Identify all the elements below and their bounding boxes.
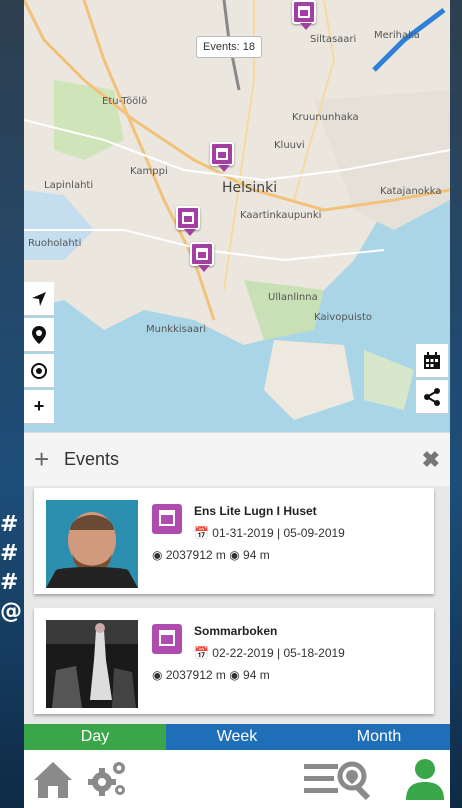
event-thumbnail bbox=[46, 500, 138, 588]
share-button[interactable] bbox=[416, 380, 448, 414]
map-label: Kamppi bbox=[130, 166, 168, 177]
map-label: Siltasaari bbox=[310, 34, 357, 45]
target-icon: ◉ bbox=[152, 668, 163, 682]
map-label: Helsinki bbox=[222, 180, 278, 196]
map-label: Ruoholahti bbox=[28, 238, 82, 249]
zoom-in-button[interactable]: + bbox=[24, 390, 54, 424]
share-icon bbox=[424, 387, 440, 406]
events-list[interactable]: Ens Lite Lugn I Huset 📅 01-31-2019 | 05-… bbox=[24, 486, 450, 724]
proximity-value: 94 m bbox=[243, 668, 270, 682]
event-card[interactable]: Sommarboken 📅 02-22-2019 | 05-18-2019 ◉ … bbox=[34, 608, 434, 714]
pin-icon: ◉ bbox=[229, 548, 240, 562]
map-label: Kaivopuisto bbox=[314, 312, 373, 323]
map-label: Merihaka bbox=[374, 30, 420, 41]
calendar-icon: 📅 bbox=[194, 646, 209, 660]
target-icon bbox=[31, 362, 47, 379]
map-pin-icon bbox=[32, 325, 46, 344]
tab-week[interactable]: Week bbox=[166, 724, 308, 750]
event-type-badge bbox=[152, 504, 182, 534]
map-label: Ullanlinna bbox=[268, 292, 318, 303]
locate-arrow-icon bbox=[32, 291, 46, 306]
map-label: Katajanokka bbox=[380, 186, 442, 197]
map-label: Lapinlahti bbox=[44, 180, 94, 191]
proximity-value: 94 m bbox=[243, 548, 270, 562]
map-view[interactable]: Etu-Töölö Kruununhaka Siltasaari Merihak… bbox=[24, 0, 450, 432]
app-screen: Etu-Töölö Kruununhaka Siltasaari Merihak… bbox=[24, 0, 450, 808]
locate-button[interactable] bbox=[24, 282, 54, 316]
map-tiles bbox=[24, 0, 450, 432]
calendar-icon: 📅 bbox=[194, 526, 209, 540]
center-button[interactable] bbox=[24, 354, 54, 388]
event-distance: ◉ 2037912 m ◉ 94 m bbox=[152, 668, 270, 682]
pin-icon: ◉ bbox=[229, 668, 240, 682]
event-dates: 📅 02-22-2019 | 05-18-2019 bbox=[194, 646, 345, 660]
calendar-button[interactable] bbox=[416, 344, 448, 378]
event-date-range: 01-31-2019 | 05-09-2019 bbox=[212, 526, 345, 540]
events-title: Events bbox=[64, 449, 120, 469]
events-panel-header: + Events ✖ bbox=[24, 432, 450, 486]
event-card[interactable]: Ens Lite Lugn I Huset 📅 01-31-2019 | 05-… bbox=[34, 488, 434, 594]
bottom-toolbar bbox=[24, 750, 450, 808]
tab-day[interactable]: Day bbox=[24, 724, 166, 750]
distance-value: 2037912 m bbox=[165, 548, 226, 562]
add-event-button[interactable]: + bbox=[34, 446, 49, 472]
period-tabs: Day Week Month bbox=[24, 724, 450, 750]
tab-month[interactable]: Month bbox=[308, 724, 450, 750]
calendar-icon bbox=[424, 351, 440, 369]
event-thumbnail bbox=[46, 620, 138, 708]
map-label: Kaartinkaupunki bbox=[240, 210, 322, 221]
map-label: Kluuvi bbox=[274, 140, 305, 151]
close-events-button[interactable]: ✖ bbox=[422, 447, 440, 473]
event-marker[interactable] bbox=[210, 142, 234, 172]
map-label: Munkkisaari bbox=[146, 324, 207, 335]
event-date-range: 02-22-2019 | 05-18-2019 bbox=[212, 646, 345, 660]
event-name: Sommarboken bbox=[194, 624, 278, 638]
event-marker[interactable] bbox=[292, 0, 316, 30]
event-marker[interactable] bbox=[190, 242, 214, 272]
home-icon[interactable] bbox=[30, 756, 76, 802]
event-distance: ◉ 2037912 m ◉ 94 m bbox=[152, 548, 270, 562]
gears-icon[interactable] bbox=[84, 756, 130, 802]
event-dates: 📅 01-31-2019 | 05-09-2019 bbox=[194, 526, 345, 540]
event-type-badge bbox=[152, 624, 182, 654]
events-count-label: Events: 18 bbox=[196, 36, 262, 58]
event-name: Ens Lite Lugn I Huset bbox=[194, 504, 317, 518]
map-label: Etu-Töölö bbox=[102, 96, 148, 107]
event-marker[interactable] bbox=[176, 206, 200, 236]
distance-value: 2037912 m bbox=[165, 668, 226, 682]
place-button[interactable] bbox=[24, 318, 54, 352]
target-icon: ◉ bbox=[152, 548, 163, 562]
menu-search-icon[interactable] bbox=[302, 756, 372, 802]
user-icon[interactable] bbox=[402, 756, 448, 802]
map-label: Kruununhaka bbox=[292, 112, 359, 123]
